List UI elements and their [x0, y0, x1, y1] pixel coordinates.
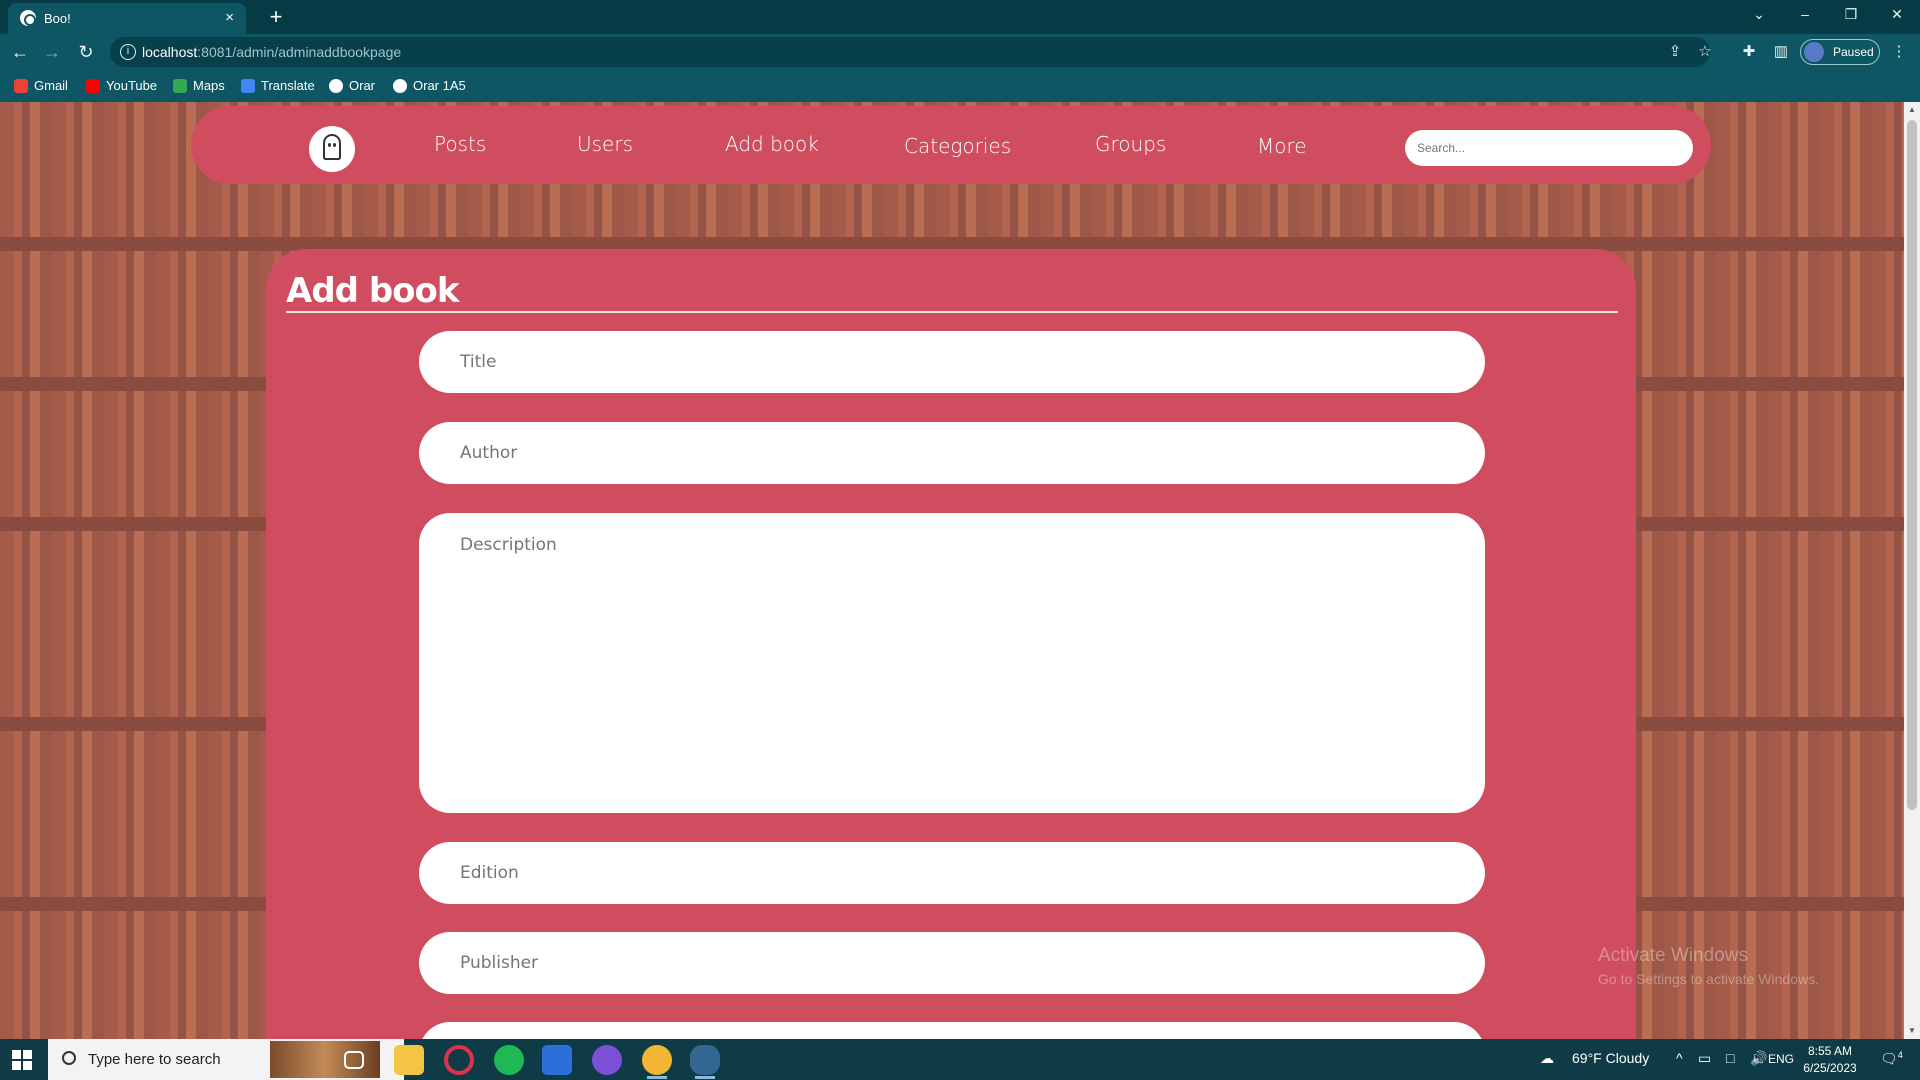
- browser-titlebar: Boo! × + ⌄ – ❐ ✕: [0, 0, 1920, 34]
- tab-search-icon[interactable]: ⌄: [1736, 0, 1782, 30]
- restore-icon[interactable]: ❐: [1828, 0, 1874, 30]
- next-form-field[interactable]: [419, 1022, 1485, 1039]
- bookmark-orar[interactable]: Orar: [329, 76, 375, 96]
- maps-icon: [173, 79, 187, 93]
- page-viewport: Posts Users Add book Categories Groups M…: [0, 102, 1904, 1039]
- close-window-icon[interactable]: ✕: [1874, 0, 1920, 30]
- page-scrollbar[interactable]: ▲ ▼: [1904, 102, 1920, 1039]
- description-field[interactable]: [419, 513, 1485, 813]
- profile-status: Paused: [1833, 45, 1874, 59]
- volume-icon[interactable]: 🔊: [1750, 1050, 1767, 1067]
- chrome-icon[interactable]: [642, 1045, 672, 1079]
- watermark-title: Activate Windows: [1598, 945, 1748, 966]
- clock-date: 6/25/2023: [1803, 1061, 1857, 1075]
- activate-windows-watermark: Activate Windows Go to Settings to activ…: [1598, 945, 1819, 987]
- author-field[interactable]: [419, 422, 1485, 484]
- bookmark-orar-1a5[interactable]: Orar 1A5: [393, 76, 466, 96]
- bookmark-maps[interactable]: Maps: [173, 76, 225, 96]
- url-text: localhost:8081/admin/adminaddbookpage: [142, 44, 402, 60]
- title-field[interactable]: [419, 331, 1485, 393]
- youtube-icon: [86, 79, 100, 93]
- search-icon: [62, 1051, 76, 1065]
- bookmarks-bar: Gmail YouTube Maps Translate Orar Orar 1…: [0, 70, 1920, 102]
- tab-close-icon[interactable]: ×: [225, 9, 234, 26]
- weather-icon[interactable]: ☁: [1540, 1050, 1554, 1067]
- task-view-icon[interactable]: [344, 1051, 364, 1069]
- publisher-field[interactable]: [419, 932, 1485, 994]
- extensions-icon[interactable]: ✚: [1740, 43, 1758, 61]
- notifications-icon[interactable]: 🗨4: [1880, 1050, 1903, 1068]
- profile-button[interactable]: Paused: [1800, 39, 1880, 65]
- scroll-up-icon[interactable]: ▲: [1907, 105, 1917, 114]
- edition-field[interactable]: [419, 842, 1485, 904]
- webstorm-icon[interactable]: [542, 1045, 572, 1075]
- nav-categories[interactable]: Categories: [904, 134, 1011, 158]
- watermark-subtitle: Go to Settings to activate Windows.: [1598, 971, 1819, 987]
- postgresql-icon[interactable]: [690, 1045, 720, 1079]
- forward-icon[interactable]: →: [38, 38, 66, 66]
- share-icon[interactable]: ⇪: [1666, 43, 1684, 61]
- tab-favicon-icon: [20, 10, 36, 26]
- browser-toolbar: ← → ↻ i localhost:8081/admin/adminaddboo…: [0, 34, 1920, 70]
- file-explorer-icon[interactable]: [394, 1045, 424, 1075]
- site-logo[interactable]: [309, 126, 355, 172]
- nav-groups[interactable]: Groups: [1095, 132, 1166, 156]
- globe-icon: [393, 79, 407, 93]
- nav-more[interactable]: More: [1257, 134, 1307, 158]
- tray-overflow-icon[interactable]: ^: [1676, 1050, 1683, 1066]
- browser-menu-icon[interactable]: ⋮: [1890, 43, 1908, 61]
- translate-icon: [241, 79, 255, 93]
- network-icon[interactable]: ▭: [1698, 1050, 1711, 1067]
- scrollbar-thumb[interactable]: [1907, 120, 1917, 810]
- notification-count: 4: [1897, 1050, 1903, 1060]
- title-divider: [286, 311, 1618, 313]
- page-title: Add book: [286, 271, 459, 311]
- bookmark-youtube[interactable]: YouTube: [86, 76, 157, 96]
- minimize-icon[interactable]: –: [1782, 0, 1828, 30]
- bookmark-gmail[interactable]: Gmail: [14, 76, 68, 96]
- clock-time: 8:55 AM: [1807, 1044, 1853, 1058]
- nav-add-book[interactable]: Add book: [725, 132, 819, 156]
- globe-icon: [329, 79, 343, 93]
- ghost-icon: [323, 134, 341, 160]
- bookmark-translate[interactable]: Translate: [241, 76, 315, 96]
- taskbar-clock[interactable]: 8:55 AM 6/25/2023: [1790, 1043, 1870, 1077]
- site-info-icon[interactable]: i: [120, 44, 136, 60]
- add-book-card: Add book: [266, 249, 1636, 1039]
- monitor-icon[interactable]: □: [1726, 1050, 1734, 1066]
- bookmark-star-icon[interactable]: ☆: [1696, 43, 1714, 61]
- windows-taskbar: Type here to search ☁ 69°F Cloudy ^ ▭ □ …: [0, 1039, 1920, 1080]
- weather-text[interactable]: 69°F Cloudy: [1572, 1050, 1649, 1066]
- main-navbar: Posts Users Add book Categories Groups M…: [191, 106, 1711, 184]
- tab-title: Boo!: [44, 11, 71, 26]
- scroll-down-icon[interactable]: ▼: [1907, 1026, 1917, 1035]
- side-panel-icon[interactable]: ▥: [1772, 43, 1790, 61]
- taskbar-search-placeholder: Type here to search: [88, 1051, 221, 1068]
- address-bar[interactable]: i localhost:8081/admin/adminaddbookpage …: [110, 37, 1712, 67]
- spotify-icon[interactable]: [494, 1045, 524, 1075]
- avatar: [1804, 42, 1824, 62]
- browser-tab[interactable]: Boo! ×: [8, 3, 246, 34]
- search-input[interactable]: [1405, 130, 1693, 166]
- nav-users[interactable]: Users: [577, 132, 633, 156]
- reload-icon[interactable]: ↻: [72, 38, 100, 66]
- gmail-icon: [14, 79, 28, 93]
- opera-icon[interactable]: [444, 1045, 474, 1075]
- windows-start-icon[interactable]: [12, 1050, 32, 1070]
- nav-posts[interactable]: Posts: [434, 132, 486, 156]
- new-tab-button[interactable]: +: [262, 3, 290, 31]
- back-icon[interactable]: ←: [6, 38, 34, 66]
- github-desktop-icon[interactable]: [592, 1045, 622, 1075]
